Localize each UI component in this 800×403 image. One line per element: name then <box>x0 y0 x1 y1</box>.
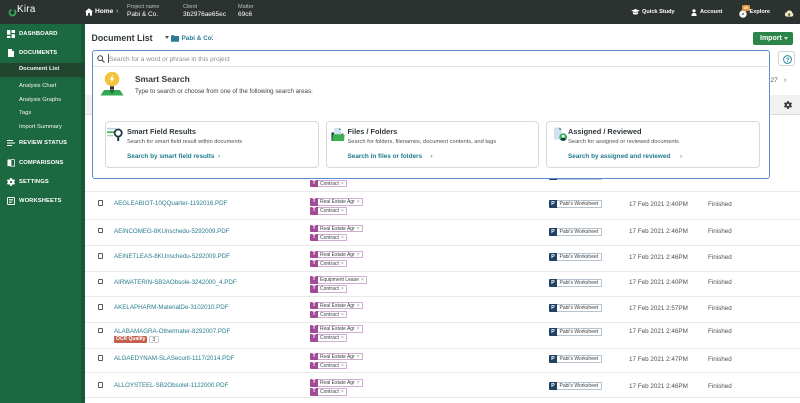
svg-text:?: ? <box>785 56 789 63</box>
